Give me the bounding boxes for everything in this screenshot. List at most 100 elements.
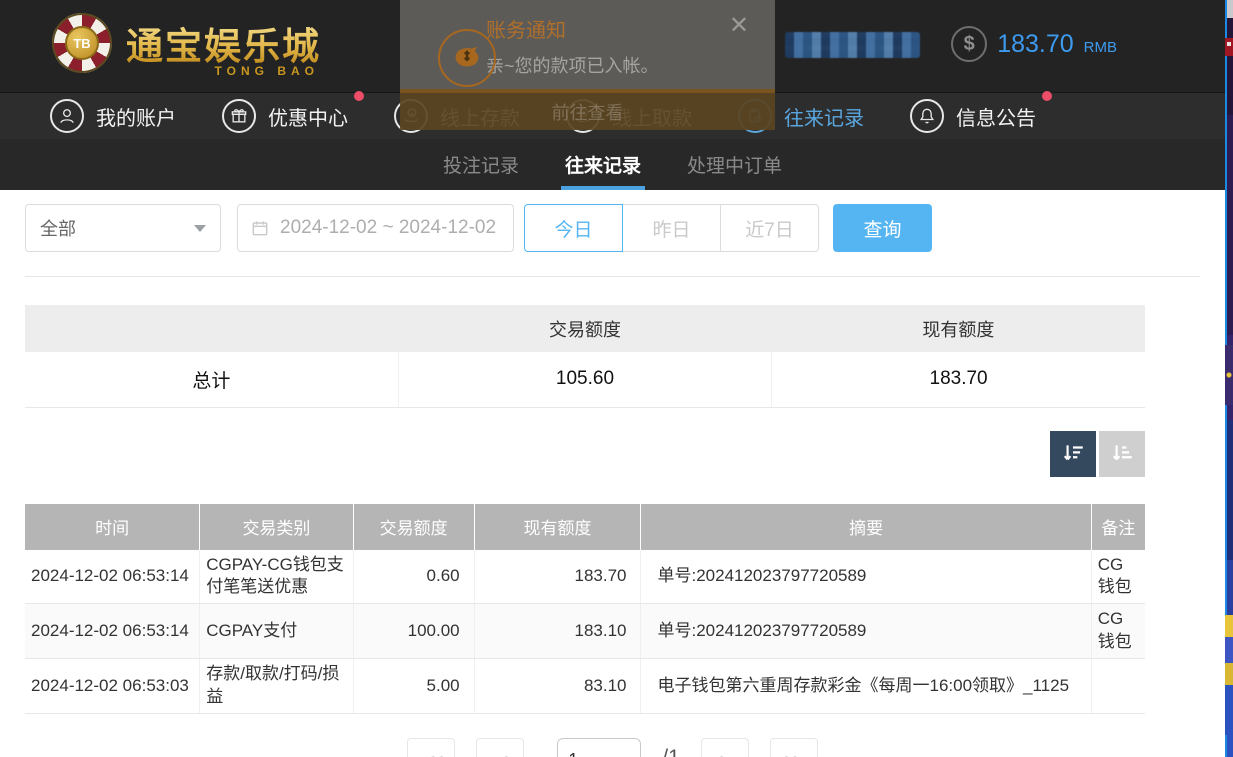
username-redacted: [785, 32, 920, 58]
nav-label: 优惠中心: [268, 102, 348, 131]
table-row: 2024-12-02 06:53:14 CGPAY-CG钱包支付笔笔送优惠 0.…: [25, 550, 1145, 604]
first-page-button[interactable]: ◀◀: [407, 738, 455, 757]
transaction-records-page: TB 通宝娱乐城 TONG BAO $ 183.70 RMB 我的账户: [0, 0, 1233, 757]
search-button[interactable]: 查询: [833, 204, 932, 252]
logo-title-cn: 通宝娱乐城: [126, 16, 321, 70]
filter-row: 全部 2024-12-02 ~ 2024-12-02 今日 昨日 近7日 查询: [25, 204, 1225, 252]
quick-yesterday-button[interactable]: 昨日: [622, 204, 721, 252]
summary-row: 总计 105.60 183.70: [25, 352, 1145, 407]
dollar-coin-icon: $: [951, 26, 987, 62]
prev-page-button[interactable]: ◀: [476, 738, 524, 757]
sort-controls: [0, 431, 1145, 477]
cell-type: CGPAY-CG钱包支付笔笔送优惠: [200, 550, 353, 604]
date-range-input[interactable]: 2024-12-02 ~ 2024-12-02: [237, 204, 514, 252]
cell-type: CGPAY支付: [200, 604, 353, 659]
cell-summary: 电子钱包第六重周存款彩金《每周一16:00领取》_1125: [641, 659, 1091, 714]
sort-ascending-icon: [1109, 441, 1135, 467]
table-header-row: 时间 交易类别 交易额度 现有额度 摘要 备注: [25, 504, 1145, 550]
summary-header-current: 现有额度: [772, 305, 1145, 352]
tab-bet-records[interactable]: 投注记录: [439, 139, 523, 190]
summary-trade-amount: 105.60: [398, 352, 771, 407]
logo-text: 通宝娱乐城 TONG BAO: [126, 16, 321, 70]
money-message-icon: [438, 29, 496, 87]
casino-chip-icon: TB: [52, 13, 112, 73]
page-select[interactable]: 1: [557, 738, 641, 757]
quick-date-group: 今日 昨日 近7日: [524, 204, 819, 252]
col-time: 时间: [25, 504, 200, 550]
chevron-down-icon: [194, 225, 206, 232]
summary-table: 交易额度 现有额度 总计 105.60 183.70: [25, 305, 1145, 408]
nav-item-my-account[interactable]: 我的账户: [50, 99, 176, 133]
summary-current-amount: 183.70: [772, 352, 1145, 407]
background-red-badge: [1225, 38, 1233, 56]
tab-pending-orders[interactable]: 处理中订单: [683, 139, 786, 190]
col-balance: 现有额度: [474, 504, 641, 550]
cell-amount: 0.60: [353, 550, 474, 604]
cell-note: CG钱包: [1091, 550, 1145, 604]
cell-balance: 183.70: [474, 550, 641, 604]
cell-amount: 5.00: [353, 659, 474, 714]
background-decor: [1225, 615, 1233, 735]
notification-body: 账务通知 亲~您的款项已入帐。 ✕: [400, 0, 775, 89]
cell-note: [1091, 659, 1145, 714]
background-decor: [1225, 345, 1233, 405]
type-select[interactable]: 全部: [25, 204, 221, 252]
close-icon[interactable]: ✕: [729, 14, 749, 38]
user-icon: [50, 99, 84, 133]
table-row: 2024-12-02 06:53:03 存款/取款/打码/损益 5.00 83.…: [25, 659, 1145, 714]
balance-amount: 183.70: [997, 30, 1073, 59]
notification-toast: 账务通知 亲~您的款项已入帐。 ✕ 前往查看: [400, 0, 775, 130]
main-content: 全部 2024-12-02 ~ 2024-12-02 今日 昨日 近7日 查询 …: [0, 190, 1225, 757]
calendar-icon: [250, 218, 270, 238]
summary-header-trade: 交易额度: [398, 305, 771, 352]
last-page-button[interactable]: ▶▶: [770, 738, 818, 757]
bell-icon: [910, 99, 944, 133]
divider: [25, 276, 1200, 277]
type-select-value: 全部: [40, 215, 76, 241]
nav-label: 信息公告: [956, 102, 1036, 131]
quick-today-button[interactable]: 今日: [524, 204, 623, 252]
cell-balance: 83.10: [474, 659, 641, 714]
tab-transaction-records[interactable]: 往来记录: [561, 139, 645, 190]
page-select-value: 1: [568, 750, 578, 757]
notification-message: 亲~您的款项已入帐。: [486, 52, 775, 78]
cell-summary: 单号:202412023797720589: [641, 550, 1091, 604]
notification-action-button[interactable]: 前往查看: [400, 93, 775, 130]
record-tabs: 投注记录 往来记录 处理中订单: [0, 139, 1225, 190]
transaction-table: 时间 交易类别 交易额度 现有额度 摘要 备注 2024-12-02 06:53…: [25, 504, 1145, 715]
balance-display[interactable]: $ 183.70 RMB: [951, 26, 1117, 62]
cell-time: 2024-12-02 06:53:14: [25, 604, 200, 659]
cell-summary: 单号:202412023797720589: [641, 604, 1091, 659]
chip-monogram: TB: [65, 26, 99, 60]
summary-header-empty: [25, 305, 398, 352]
nav-item-promotions[interactable]: 优惠中心: [222, 99, 348, 133]
gift-icon: [222, 99, 256, 133]
nav-label: 往来记录: [784, 102, 864, 131]
cell-note: CG钱包: [1091, 604, 1145, 659]
total-pages-label: /1: [662, 746, 680, 757]
notification-dot: [354, 91, 364, 101]
sort-ascending-button[interactable]: [1099, 431, 1145, 477]
col-type: 交易类别: [200, 504, 353, 550]
quick-last7days-button[interactable]: 近7日: [720, 204, 819, 252]
cell-time: 2024-12-02 06:53:14: [25, 550, 200, 604]
col-amount: 交易额度: [353, 504, 474, 550]
nav-item-announcements[interactable]: 信息公告: [910, 99, 1036, 133]
sort-descending-button[interactable]: [1050, 431, 1096, 477]
col-summary: 摘要: [641, 504, 1091, 550]
cell-balance: 183.10: [474, 604, 641, 659]
balance-currency: RMB: [1084, 39, 1117, 56]
col-note: 备注: [1091, 504, 1145, 550]
table-row: 2024-12-02 06:53:14 CGPAY支付 100.00 183.1…: [25, 604, 1145, 659]
pagination: ◀◀ ◀ 1 /1 ▶ ▶▶: [0, 738, 1225, 757]
cell-amount: 100.00: [353, 604, 474, 659]
nav-label: 我的账户: [96, 102, 176, 131]
summary-total-label: 总计: [25, 352, 398, 407]
cell-type: 存款/取款/打码/损益: [200, 659, 353, 714]
next-page-button[interactable]: ▶: [701, 738, 749, 757]
logo-title-en: TONG BAO: [215, 64, 319, 78]
cell-time: 2024-12-02 06:53:03: [25, 659, 200, 714]
site-logo[interactable]: TB 通宝娱乐城 TONG BAO: [52, 13, 321, 73]
sort-descending-icon: [1060, 441, 1086, 467]
notification-dot: [1042, 91, 1052, 101]
